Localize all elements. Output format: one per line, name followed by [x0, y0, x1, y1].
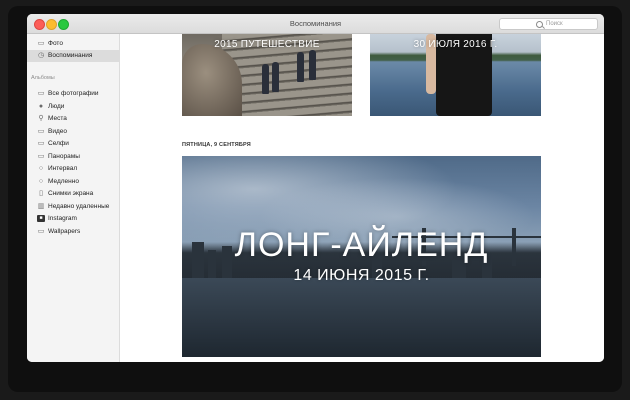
section-header: ПЯТНИЦА, 9 СЕНТЯБРЯ	[182, 142, 251, 148]
memories-icon: ◷	[37, 52, 45, 59]
slomo-icon: ○	[38, 177, 44, 185]
memories-content: 2015 ПУТЕШЕСТВИЕ 30 ИЮЛЯ 2016 Г. ПЯТНИЦА…	[120, 34, 604, 362]
sidebar-item-screenshots[interactable]: ▯ Снимки экрана	[27, 188, 119, 200]
sidebar-item-people[interactable]: ● Люди	[27, 101, 119, 113]
panoramas-icon: ▭	[37, 152, 45, 160]
memory-card-subtitle: 2015 ПУТЕШЕСТВИЕ	[214, 39, 320, 50]
photos-window: Воспоминания Поиск ▭ Фото ◷ Воспоминания…	[27, 14, 604, 362]
videos-icon: ▭	[37, 127, 45, 135]
photos-icon: ▭	[37, 40, 45, 47]
instagram-icon: ■	[37, 215, 45, 222]
sidebar-item-slomo[interactable]: ○ Медленно	[27, 176, 119, 188]
sidebar-item-all-photos[interactable]: ▭ Все фотографии	[27, 88, 119, 100]
person-figure	[272, 62, 279, 92]
search-icon	[536, 21, 543, 28]
albums-header: Альбомы	[31, 75, 55, 81]
sidebar-item-places[interactable]: ⚲ Места	[27, 113, 119, 125]
memory-card-subtitle: 30 ИЮЛЯ 2016 Г.	[413, 39, 498, 50]
person-figure	[262, 64, 269, 94]
sidebar-item-panoramas[interactable]: ▭ Панорамы	[27, 151, 119, 163]
person-figure	[309, 50, 316, 80]
people-icon: ●	[38, 102, 44, 110]
timelapse-icon: ○	[38, 165, 44, 172]
titlebar: Воспоминания Поиск	[27, 14, 604, 34]
screenshots-icon: ▯	[39, 190, 43, 197]
folder-icon: ▭	[37, 227, 45, 235]
places-icon: ⚲	[38, 115, 44, 122]
sidebar: ▭ Фото ◷ Воспоминания Альбомы ▭ Все фото…	[27, 34, 120, 362]
sidebar-item-instagram[interactable]: ■ Instagram	[27, 213, 119, 225]
selfies-icon: ▭	[37, 140, 45, 147]
search-input[interactable]: Поиск	[499, 18, 598, 30]
sidebar-item-memories[interactable]: ◷ Воспоминания	[27, 50, 119, 62]
sidebar-item-wallpapers[interactable]: ▭ Wallpapers	[27, 226, 119, 238]
all-photos-icon: ▭	[37, 90, 45, 97]
sidebar-item-photos[interactable]: ▭ Фото	[27, 38, 119, 50]
memory-card-july-2016[interactable]: 30 ИЮЛЯ 2016 Г.	[370, 34, 541, 116]
memory-title: ЛОНГ-АЙЛЕНД	[234, 226, 489, 264]
search-placeholder: Поиск	[546, 20, 563, 27]
sidebar-item-videos[interactable]: ▭ Видео	[27, 126, 119, 138]
sidebar-item-timelapse[interactable]: ○ Интервал	[27, 163, 119, 175]
sidebar-item-recently-deleted[interactable]: ▥ Недавно удаленные	[27, 201, 119, 213]
memory-date: 14 ИЮНЯ 2015 Г.	[293, 267, 430, 284]
memory-card-long-island[interactable]: ЛОНГ-АЙЛЕНД 14 ИЮНЯ 2015 Г.	[182, 156, 541, 357]
memory-card-trip-2015[interactable]: 2015 ПУТЕШЕСТВИЕ	[182, 34, 352, 116]
trash-icon: ▥	[37, 202, 45, 210]
water-image	[182, 278, 541, 357]
sidebar-item-selfies[interactable]: ▭ Селфи	[27, 138, 119, 150]
person-figure	[297, 52, 304, 82]
